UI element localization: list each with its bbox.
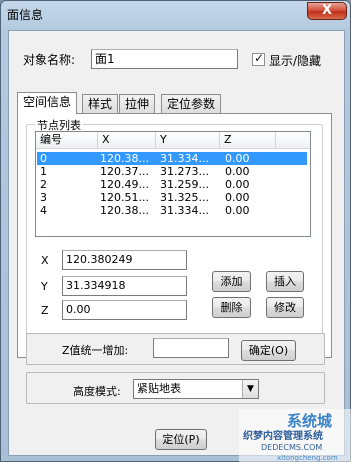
z-label: Z: [41, 304, 49, 317]
node-list-view[interactable]: 编号 X Y Z 0 120.38... 31.334... 0.00 1 120.37.…: [35, 131, 311, 237]
height-mode-label: 高度模式:: [73, 385, 121, 398]
watermark: 系统城 织梦内容管理系统 DEDECMS.COM xitongcheng.com: [239, 409, 351, 462]
add-button[interactable]: 添加: [212, 271, 251, 292]
x-label: X: [41, 254, 49, 267]
table-cell: 31.273...: [160, 165, 209, 178]
dialog-window: 面信息 X 对象名称: 面1 ✓ 显示/隐藏 空间信息 样式 拉伸 定位参数 节…: [0, 0, 351, 462]
tab-locate-params[interactable]: 定位参数: [161, 94, 222, 114]
table-cell: 120.51...: [100, 191, 149, 204]
check-mark-icon: ✓: [254, 51, 265, 65]
tab-spatial-info[interactable]: 空间信息: [17, 92, 78, 114]
table-cell: 120.38...: [100, 204, 149, 217]
table-row[interactable]: 3 120.51... 31.325... 0.00: [37, 191, 307, 204]
table-cell: 31.259...: [160, 178, 209, 191]
table-row[interactable]: 1 120.37... 31.273... 0.00: [37, 165, 307, 178]
table-cell: 120.49...: [100, 178, 149, 191]
chevron-down-icon[interactable]: ▼: [242, 380, 258, 398]
table-cell: 4: [40, 204, 47, 217]
z-uniform-label: Z值统一增加:: [62, 344, 129, 357]
table-cell: 0.00: [225, 152, 250, 165]
table-cell: 31.334...: [160, 152, 209, 165]
object-name-label: 对象名称:: [23, 53, 76, 67]
watermark-line1: 系统城: [287, 412, 332, 430]
z-input[interactable]: 0.00: [62, 300, 187, 320]
table-cell: 31.325...: [160, 191, 209, 204]
table-cell: 0.00: [225, 178, 250, 191]
table-cell: 0: [40, 152, 47, 165]
table-cell: 0.00: [225, 191, 250, 204]
height-mode-select[interactable]: 紧贴地表 ▼: [133, 379, 259, 399]
table-row[interactable]: 0 120.38... 31.334... 0.00: [37, 152, 307, 165]
table-cell: 31.334...: [160, 204, 209, 217]
column-header-y[interactable]: Y: [156, 132, 220, 149]
tab-extrude[interactable]: 拉伸: [119, 94, 156, 114]
z-uniform-input[interactable]: [153, 338, 229, 358]
column-header-z[interactable]: Z: [220, 132, 276, 149]
confirm-button[interactable]: 确定(O): [241, 340, 296, 361]
table-cell: 0.00: [225, 165, 250, 178]
tab-style[interactable]: 样式: [82, 94, 119, 114]
table-cell: 120.38...: [100, 152, 149, 165]
watermark-line4: xitongcheng.com: [277, 454, 338, 462]
close-button[interactable]: X: [307, 2, 347, 20]
modify-button[interactable]: 修改: [266, 297, 304, 318]
table-cell: 2: [40, 178, 47, 191]
watermark-logo-icon: 系统城 织梦内容管理系统 DEDECMS.COM xitongcheng.com: [239, 409, 351, 462]
table-cell: 3: [40, 191, 47, 204]
watermark-line3: DEDECMS.COM: [261, 443, 322, 452]
table-cell: 0.00: [225, 204, 250, 217]
column-header-x[interactable]: X: [98, 132, 156, 149]
table-cell: 120.37...: [100, 165, 149, 178]
list-header: 编号 X Y Z: [36, 132, 310, 149]
x-input[interactable]: 120.380249: [62, 250, 187, 270]
column-header-id[interactable]: 编号: [36, 132, 98, 149]
table-cell: 1: [40, 165, 47, 178]
table-row[interactable]: 4 120.38... 31.334... 0.00: [37, 204, 307, 217]
watermark-line2: 织梦内容管理系统: [243, 429, 323, 442]
visibility-label: 显示/隐藏: [269, 54, 322, 68]
dialog-client-area: 对象名称: 面1 ✓ 显示/隐藏 空间信息 样式 拉伸 定位参数 节点列表 编号…: [8, 30, 345, 456]
window-title: 面信息: [7, 8, 44, 22]
y-label: Y: [41, 280, 48, 293]
delete-button[interactable]: 删除: [212, 297, 251, 318]
y-input[interactable]: 31.334918: [62, 276, 187, 296]
locate-button[interactable]: 定位(P): [155, 429, 207, 450]
object-name-input[interactable]: 面1: [91, 49, 238, 69]
title-bar[interactable]: 面信息 X: [1, 1, 350, 27]
table-row[interactable]: 2 120.49... 31.259... 0.00: [37, 178, 307, 191]
height-mode-value: 紧贴地表: [137, 382, 181, 395]
insert-button[interactable]: 插入: [266, 271, 304, 292]
visibility-checkbox[interactable]: ✓: [252, 51, 265, 66]
